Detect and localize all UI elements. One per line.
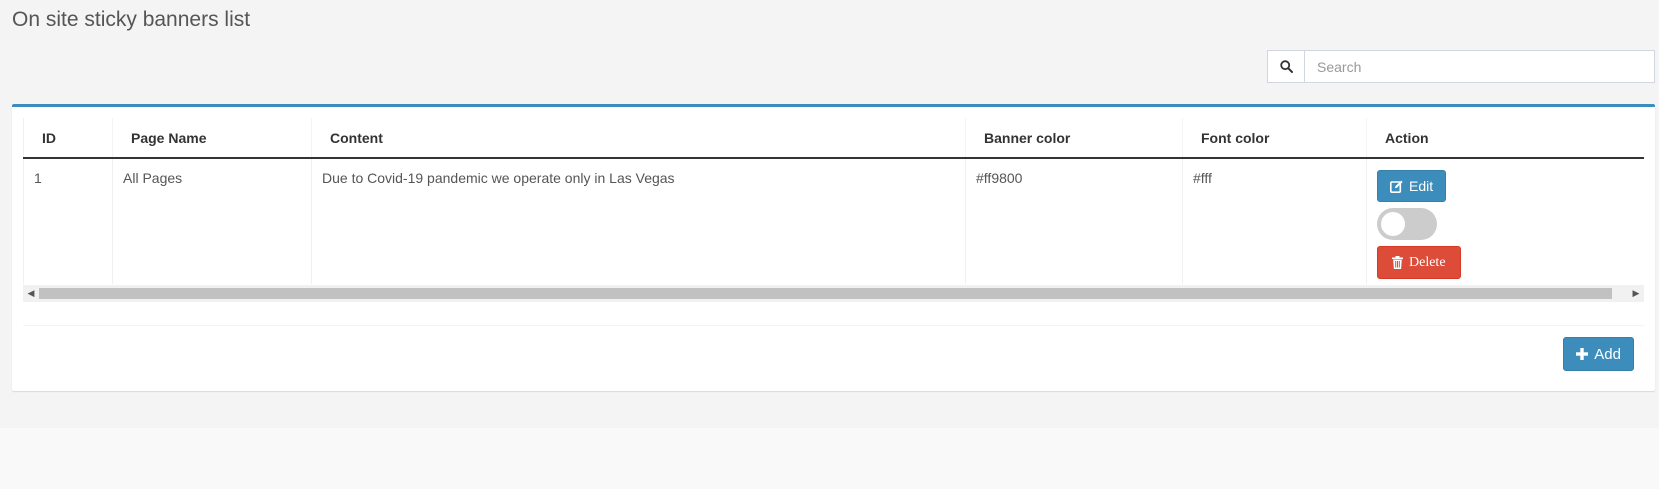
delete-button-label: Delete — [1409, 254, 1446, 270]
column-header-action: Action — [1366, 118, 1644, 159]
column-header-content[interactable]: Content — [311, 118, 966, 159]
search-group — [1267, 50, 1655, 83]
table-header-row: ID Page Name Content Banner color Font c… — [23, 118, 1644, 159]
column-header-id[interactable]: ID — [23, 118, 113, 159]
search-input[interactable] — [1304, 50, 1655, 83]
column-header-page-name[interactable]: Page Name — [112, 118, 312, 159]
add-button-label: Add — [1594, 345, 1621, 363]
cell-content: Due to Covid-19 pandemic we operate only… — [311, 158, 966, 284]
edit-icon — [1390, 180, 1403, 193]
toggle-knob — [1381, 212, 1405, 236]
delete-button[interactable]: Delete — [1377, 246, 1461, 279]
edit-button-label: Edit — [1409, 178, 1434, 194]
column-header-font-color[interactable]: Font color — [1182, 118, 1367, 159]
scrollbar-thumb[interactable] — [39, 288, 1612, 299]
cell-font-color: #fff — [1182, 158, 1367, 284]
page-title: On site sticky banners list — [12, 8, 251, 31]
scroll-left-arrow-icon[interactable]: ◀ — [23, 285, 39, 302]
cell-id: 1 — [23, 158, 113, 284]
search-icon[interactable] — [1267, 50, 1304, 83]
add-button[interactable]: Add — [1563, 337, 1634, 371]
cell-banner-color: #ff9800 — [965, 158, 1183, 284]
banners-box: ID Page Name Content Banner color Font c… — [12, 104, 1655, 391]
table-row: 1 All Pages Due to Covid-19 pandemic we … — [23, 158, 1645, 284]
active-toggle[interactable] — [1377, 208, 1437, 240]
scroll-right-arrow-icon[interactable]: ▶ — [1628, 285, 1644, 302]
box-footer: Add — [23, 325, 1644, 386]
cell-actions: Edit Delete — [1367, 158, 1645, 284]
table-container: ID Page Name Content Banner color Font c… — [23, 118, 1644, 284]
cell-page-name: All Pages — [112, 158, 312, 284]
banners-table: ID Page Name Content Banner color Font c… — [23, 118, 1644, 284]
plus-icon — [1576, 348, 1589, 360]
column-header-banner-color[interactable]: Banner color — [965, 118, 1183, 159]
horizontal-scrollbar[interactable]: ◀ ▶ — [23, 285, 1644, 302]
edit-button[interactable]: Edit — [1377, 170, 1447, 202]
content-wrapper: On site sticky banners list Search ID Pa… — [0, 0, 1659, 428]
trash-icon — [1392, 256, 1403, 269]
